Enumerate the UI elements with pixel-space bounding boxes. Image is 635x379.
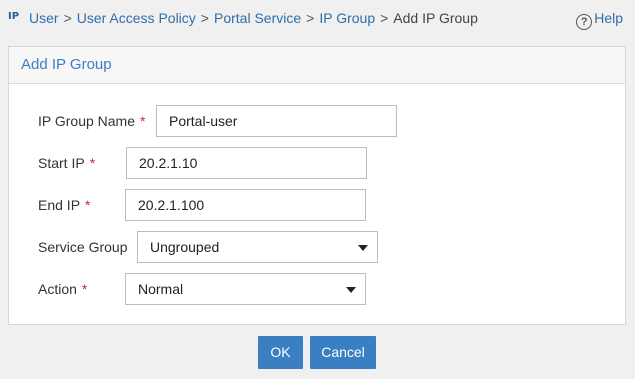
service-group-select[interactable]: Ungrouped xyxy=(137,231,378,263)
chevron-down-icon xyxy=(346,287,356,293)
breadcrumb-user[interactable]: User xyxy=(29,10,59,26)
breadcrumb-separator: > xyxy=(306,10,315,26)
chevron-down-icon xyxy=(358,245,368,251)
ip-group-name-input[interactable] xyxy=(156,105,397,137)
form-row-action: Action * Normal xyxy=(9,273,625,305)
required-mark: * xyxy=(140,113,146,129)
form-row-ip-group-name: IP Group Name * xyxy=(9,105,625,137)
form-row-service-group: Service Group Ungrouped xyxy=(9,231,625,263)
action-value: Normal xyxy=(138,281,184,297)
ip-group-name-label: IP Group Name * xyxy=(38,113,146,129)
ok-button[interactable]: OK xyxy=(258,336,303,369)
form-row-end-ip: End IP * xyxy=(9,189,625,221)
end-ip-label: End IP * xyxy=(38,197,91,213)
start-ip-label: Start IP * xyxy=(38,155,96,171)
required-mark: * xyxy=(89,155,96,171)
service-group-label: Service Group xyxy=(38,239,128,255)
breadcrumb-separator: > xyxy=(63,10,72,26)
breadcrumb-separator: > xyxy=(380,10,389,26)
required-mark: * xyxy=(81,281,88,297)
start-ip-input[interactable] xyxy=(126,147,367,179)
breadcrumb-user-access-policy[interactable]: User Access Policy xyxy=(77,10,196,26)
cancel-button[interactable]: Cancel xyxy=(310,336,376,369)
help-link[interactable]: ? Help xyxy=(576,9,623,30)
end-ip-input[interactable] xyxy=(125,189,366,221)
required-mark: * xyxy=(85,197,91,213)
panel-title: Add IP Group xyxy=(9,47,625,84)
service-group-value: Ungrouped xyxy=(150,239,220,255)
breadcrumb-separator: > xyxy=(200,10,209,26)
add-ip-group-panel: Add IP Group IP Group Name* Start IP* En… xyxy=(8,46,626,325)
question-circle-icon: ? xyxy=(576,14,593,30)
breadcrumb-ip-group[interactable]: IP Group xyxy=(319,10,375,26)
breadcrumb-portal-service[interactable]: Portal Service xyxy=(214,10,301,26)
breadcrumb-bar: IP User > User Access Policy > Portal Servic… xyxy=(0,0,635,36)
action-label: Action * xyxy=(38,281,88,297)
action-select[interactable]: Normal xyxy=(125,273,366,305)
ip-network-icon: IP xyxy=(8,11,20,22)
help-label: Help xyxy=(594,10,623,26)
breadcrumb-current: Add IP Group xyxy=(393,10,478,26)
form-row-start-ip: Start IP * xyxy=(9,147,625,179)
breadcrumb: User > User Access Policy > Portal Service > I… xyxy=(29,9,478,27)
